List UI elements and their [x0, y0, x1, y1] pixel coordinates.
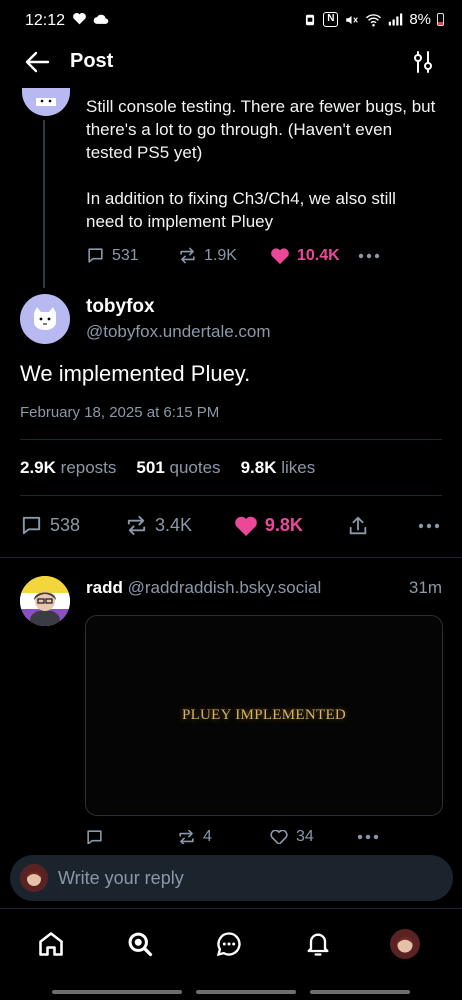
parent-avatar[interactable]	[22, 88, 70, 116]
more-options-button[interactable]	[357, 834, 379, 840]
like-button[interactable]: 10.4K	[270, 247, 358, 265]
cloud-notification-icon	[93, 14, 109, 24]
profile-avatar	[390, 929, 420, 959]
reply-author-name[interactable]: radd	[86, 578, 123, 597]
likes-stat[interactable]: 9.8K likes	[241, 458, 316, 478]
comment-icon	[87, 830, 102, 844]
battery-icon	[437, 13, 444, 26]
bell-icon	[307, 933, 329, 956]
reply-count: 538	[50, 515, 81, 535]
like-count: 9.8K	[264, 515, 303, 535]
like-count: 34	[296, 830, 314, 844]
sliders-icon[interactable]	[412, 50, 434, 74]
divider	[20, 439, 442, 440]
reply-button[interactable]: 538	[20, 514, 125, 537]
parent-post-actions: 531 1.9K 10.4K	[86, 246, 386, 265]
heart-filled-icon	[271, 247, 289, 264]
current-user-avatar	[20, 864, 48, 892]
share-button[interactable]	[347, 515, 418, 537]
repost-icon	[127, 515, 146, 536]
more-options-button[interactable]	[418, 523, 440, 529]
more-options-button[interactable]	[358, 253, 380, 259]
page-title: Post	[70, 50, 114, 72]
heart-filled-icon	[235, 516, 257, 536]
main-post-actions: 538 3.4K 9.8K	[20, 514, 440, 537]
repost-button[interactable]: 3.4K	[125, 514, 234, 537]
reply-author-avatar[interactable]	[20, 576, 70, 626]
repost-count: 1.9K	[204, 246, 237, 264]
gesture-bar	[310, 990, 410, 994]
post-stats: 2.9K reposts 501 quotes 9.8K likes	[20, 458, 315, 478]
reply-header: radd @raddraddish.bsky.social	[86, 578, 321, 598]
comment-icon	[88, 248, 103, 263]
reply-time: 31m	[408, 578, 442, 597]
nfc-icon: N	[323, 12, 339, 27]
search-icon	[128, 932, 153, 957]
repost-button[interactable]: 4	[177, 830, 269, 844]
author-handle[interactable]: @tobyfox.undertale.com	[86, 322, 271, 342]
thread-line	[43, 120, 45, 288]
reply-count: 531	[112, 246, 139, 264]
nav-profile[interactable]	[390, 929, 420, 959]
dog-avatar-icon	[34, 307, 56, 330]
ellipsis-icon	[418, 523, 440, 528]
bottom-nav	[0, 908, 462, 972]
status-time: 12:12	[25, 12, 66, 29]
divider	[20, 495, 442, 496]
heart-notification-icon	[73, 13, 86, 25]
signal-icon	[389, 13, 403, 26]
post-text: We implemented Pluey.	[20, 361, 251, 386]
gesture-bar	[52, 990, 182, 994]
nav-notifications[interactable]	[303, 929, 333, 959]
status-left-icons	[72, 12, 109, 25]
divider	[0, 557, 462, 558]
chat-icon	[216, 932, 241, 957]
video-embed-text: PLUEY IMPLEMENTED	[181, 707, 347, 723]
battery-percent: 8%	[409, 11, 431, 28]
comment-icon	[22, 516, 41, 535]
post-date: February 18, 2025 at 6:15 PM	[20, 404, 220, 421]
reply-input[interactable]: Write your reply	[10, 855, 453, 901]
like-button[interactable]: 34	[269, 830, 357, 844]
author-avatar[interactable]	[20, 294, 70, 344]
alarm-icon	[306, 14, 315, 25]
nav-chat[interactable]	[214, 929, 244, 959]
gesture-bar	[196, 990, 296, 994]
video-embed[interactable]: PLUEY IMPLEMENTED	[85, 615, 443, 816]
wifi-icon	[366, 13, 382, 27]
repost-icon	[180, 247, 195, 264]
ellipsis-icon	[357, 834, 379, 840]
reply-author-handle[interactable]: @raddraddish.bsky.social	[128, 578, 322, 597]
mute-icon	[346, 15, 359, 24]
reply-button[interactable]	[85, 830, 177, 844]
status-right-icons: N 8%	[303, 11, 444, 28]
reply-button[interactable]: 531	[86, 246, 178, 265]
quotes-stat[interactable]: 501 quotes	[136, 458, 220, 478]
parent-post-text: Still console testing. There are fewer b…	[86, 97, 436, 231]
reply-placeholder: Write your reply	[58, 867, 184, 888]
ellipsis-icon	[358, 253, 380, 258]
reply-post-actions: 4 34	[85, 830, 385, 844]
share-icon	[349, 516, 366, 534]
repost-count: 4	[203, 830, 212, 844]
heart-outline-icon	[270, 830, 288, 844]
nav-search[interactable]	[125, 929, 155, 959]
repost-button[interactable]: 1.9K	[178, 246, 270, 265]
repost-count: 3.4K	[154, 515, 192, 535]
like-button[interactable]: 9.8K	[234, 515, 347, 537]
nav-home[interactable]	[36, 929, 66, 959]
like-count: 10.4K	[297, 246, 340, 264]
author-name[interactable]: tobyfox	[86, 296, 155, 318]
reposts-stat[interactable]: 2.9K reposts	[20, 458, 116, 478]
home-icon	[39, 932, 63, 956]
repost-icon	[179, 830, 194, 844]
back-arrow-icon[interactable]	[24, 50, 50, 74]
